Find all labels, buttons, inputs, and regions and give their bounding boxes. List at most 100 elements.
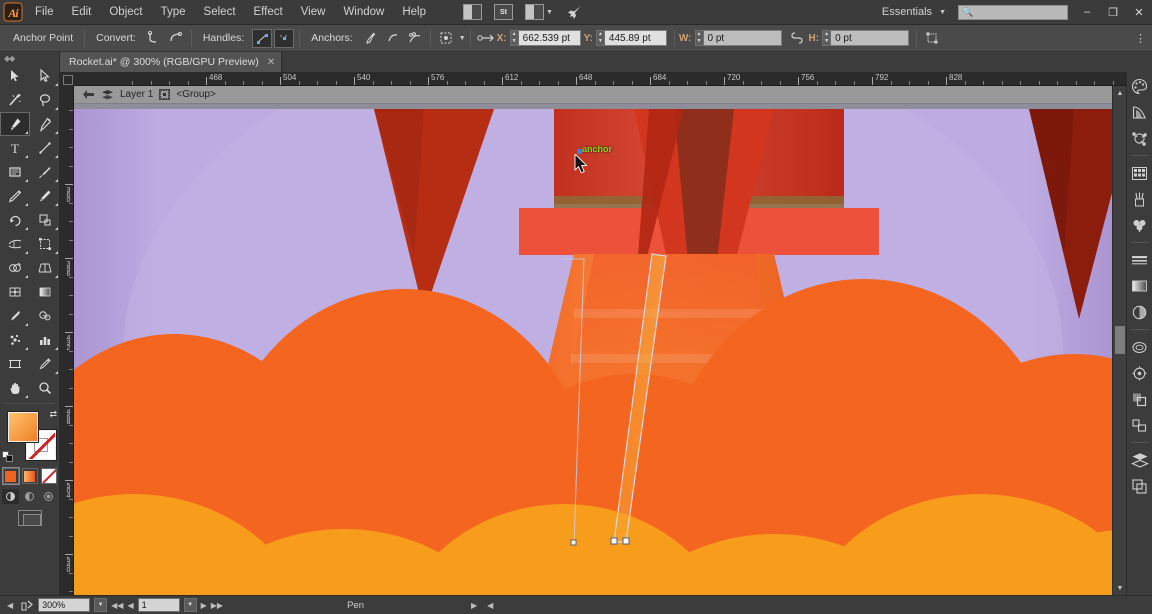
mesh-tool[interactable] [0, 280, 30, 304]
gradient-tool[interactable] [30, 280, 60, 304]
height-field[interactable]: H: ▲ ▼ 0 pt [809, 29, 910, 47]
show-handles-button[interactable] [252, 28, 273, 48]
y-coordinate-field[interactable]: Y: ▲ ▼ 445.89 pt [584, 29, 667, 47]
fill-swatch[interactable] [7, 411, 39, 443]
color-themes-panel-icon[interactable] [1127, 125, 1152, 151]
adobe-stock-icon[interactable]: St [494, 4, 513, 20]
artboard-number-input[interactable]: 1 [137, 598, 180, 612]
x-spinner[interactable]: ▲ ▼ [509, 30, 519, 46]
x-input[interactable]: 662.539 pt [518, 30, 581, 46]
status-left-caret-icon[interactable]: ◀ [4, 601, 16, 610]
gradient-mode-button[interactable] [21, 468, 38, 484]
hide-handles-button[interactable] [274, 28, 295, 48]
transparency-panel-icon[interactable] [1127, 299, 1152, 325]
menu-file[interactable]: File [26, 0, 63, 25]
align-to-button[interactable] [476, 29, 496, 48]
back-arrow-icon[interactable] [82, 89, 95, 100]
brushes-panel-icon[interactable] [1127, 186, 1152, 212]
arrange-documents-icon[interactable] [525, 4, 544, 20]
pen-tool[interactable] [0, 112, 30, 136]
isolate-selection-button[interactable] [436, 29, 456, 48]
convert-to-corner-button[interactable] [144, 29, 164, 48]
menu-object[interactable]: Object [100, 0, 151, 25]
menu-window[interactable]: Window [334, 0, 393, 25]
swap-fill-stroke-icon[interactable]: ⇄ [49, 409, 57, 420]
lasso-tool[interactable] [30, 88, 60, 112]
breadcrumb-layer-name[interactable]: Layer 1 [120, 89, 153, 100]
graphic-styles-panel-icon[interactable] [1127, 334, 1152, 360]
type-tool[interactable]: T [0, 136, 30, 160]
direct-selection-tool[interactable] [30, 64, 60, 88]
zoom-dropdown-icon[interactable]: ▼ [94, 598, 108, 612]
menu-edit[interactable]: Edit [63, 0, 101, 25]
export-icon[interactable] [20, 599, 34, 612]
convert-to-smooth-button[interactable] [166, 29, 186, 48]
paintbrush-tool[interactable] [30, 160, 60, 184]
menu-help[interactable]: Help [393, 0, 435, 25]
swatches-panel-icon[interactable] [1127, 160, 1152, 186]
hand-tool[interactable] [0, 376, 30, 400]
menu-view[interactable]: View [292, 0, 335, 25]
artboard-nav-first[interactable]: ◀◀ [111, 601, 123, 610]
w-spinner[interactable]: ▲ ▼ [694, 30, 704, 46]
perspective-grid-tool[interactable] [30, 256, 60, 280]
restore-button[interactable]: ❐ [1100, 0, 1126, 25]
artboard-canvas[interactable]: anchor [74, 104, 1112, 595]
blend-tool[interactable] [30, 304, 60, 328]
y-spinner[interactable]: ▲ ▼ [595, 30, 605, 46]
selection-tool[interactable] [0, 64, 30, 88]
scroll-up-arrow[interactable]: ▲ [1113, 86, 1127, 100]
eyedropper-tool[interactable] [0, 304, 30, 328]
h-spinner[interactable]: ▲ ▼ [822, 30, 832, 46]
vertical-ruler[interactable]: 360 396 432 468 504 540 [60, 86, 74, 595]
width-tool[interactable] [0, 232, 30, 256]
menu-type[interactable]: Type [152, 0, 195, 25]
none-mode-button[interactable] [40, 468, 57, 484]
artboard-tool[interactable] [0, 352, 30, 376]
color-guide-panel-icon[interactable] [1127, 99, 1152, 125]
pencil-tool[interactable] [30, 184, 60, 208]
menu-effect[interactable]: Effect [245, 0, 292, 25]
tools-panel-grip[interactable]: ◆◆ [0, 52, 59, 64]
document-setup-icon[interactable] [463, 4, 482, 20]
minimize-button[interactable]: – [1074, 0, 1100, 25]
horizontal-ruler[interactable]: 468 504 540 576 612 648 684 720 756 792 828 [60, 72, 1152, 86]
align-panel-icon[interactable] [1127, 412, 1152, 438]
breadcrumb-group-name[interactable]: <Group> [176, 89, 215, 100]
draw-inside-button[interactable] [40, 489, 57, 504]
stroke-panel-icon[interactable] [1127, 247, 1152, 273]
curvature-tool[interactable] [30, 112, 60, 136]
scroll-down-arrow[interactable]: ▼ [1113, 581, 1127, 595]
shaper-tool[interactable] [0, 184, 30, 208]
layers-panel-icon[interactable] [1127, 447, 1152, 473]
zoom-tool[interactable] [30, 376, 60, 400]
default-fill-stroke-icon[interactable] [2, 451, 13, 462]
artboard-nav-prev[interactable]: ◀ [127, 601, 133, 610]
close-icon[interactable]: ✕ [267, 57, 275, 68]
remove-anchor-button[interactable] [361, 29, 381, 48]
h-input[interactable]: 0 pt [831, 30, 910, 46]
width-field[interactable]: W: ▲ ▼ 0 pt [679, 29, 782, 47]
workspace-switcher[interactable]: Essentials ▼ [876, 6, 952, 18]
document-tab[interactable]: Rocket.ai* @ 300% (RGB/GPU Preview) ✕ [60, 52, 283, 72]
draw-normal-button[interactable] [2, 489, 19, 504]
rectangle-tool[interactable] [0, 160, 30, 184]
magic-wand-tool[interactable] [0, 88, 30, 112]
color-panel-icon[interactable] [1127, 73, 1152, 99]
symbol-sprayer-tool[interactable] [0, 328, 30, 352]
status-expand-caret-icon[interactable]: ▶ [468, 601, 480, 610]
transform-panel-button[interactable] [922, 29, 942, 48]
column-graph-tool[interactable] [30, 328, 60, 352]
chevron-down-icon[interactable]: ▼ [459, 35, 466, 42]
link-dimensions-icon[interactable] [790, 32, 804, 44]
color-mode-button[interactable] [2, 468, 19, 484]
cut-path-button[interactable] [405, 29, 425, 48]
artboard-dropdown-icon[interactable]: ▼ [183, 598, 197, 612]
free-transform-tool[interactable] [30, 232, 60, 256]
pathfinder-panel-icon[interactable] [1127, 386, 1152, 412]
menu-select[interactable]: Select [195, 0, 245, 25]
gradient-panel-icon[interactable] [1127, 273, 1152, 299]
line-segment-tool[interactable] [30, 136, 60, 160]
symbols-panel-icon[interactable] [1127, 212, 1152, 238]
vertical-scroll-thumb[interactable] [1115, 326, 1125, 354]
